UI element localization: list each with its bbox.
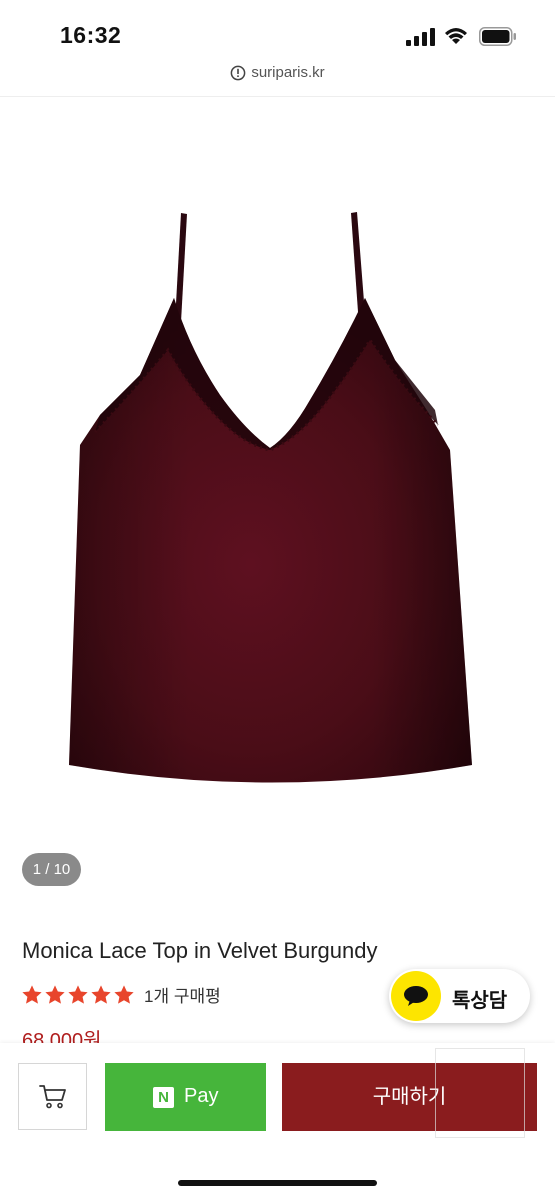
status-time: 16:32 (60, 22, 122, 48)
rating-stars (21, 984, 135, 1006)
review-count-link[interactable]: 1개 구매평 (144, 982, 221, 1007)
url-text[interactable]: suriparis.kr (251, 64, 324, 81)
rating-row[interactable]: 1개 구매평 (21, 982, 221, 1007)
address-bar[interactable]: suriparis.kr (0, 60, 555, 92)
wifi-icon (445, 28, 467, 44)
naver-pay-button[interactable]: N Pay (105, 1063, 266, 1131)
signal-icon (406, 28, 435, 46)
status-bar: 16:32 (0, 0, 555, 64)
add-to-cart-button[interactable] (18, 1063, 87, 1130)
cart-icon (39, 1085, 66, 1109)
battery-icon (479, 27, 516, 46)
overlay-frame (435, 1048, 525, 1138)
naver-pay-label: Pay (184, 1085, 219, 1107)
star-icon (22, 984, 42, 1004)
info-warning-icon[interactable] (230, 65, 246, 81)
chat-bubble-icon (404, 986, 428, 1006)
home-indicator[interactable] (178, 1180, 377, 1186)
star-icon (45, 984, 65, 1004)
star-icon (114, 984, 134, 1004)
product-image[interactable] (40, 200, 510, 800)
image-counter-badge: 1 / 10 (22, 853, 81, 886)
star-icon (68, 984, 88, 1004)
talk-consult-label[interactable]: 톡상담 (452, 984, 507, 1013)
product-title: Monica Lace Top in Velvet Burgundy (22, 938, 378, 963)
header-divider (0, 96, 555, 97)
naver-n-icon: N (153, 1087, 174, 1108)
star-icon (91, 984, 111, 1004)
talk-consult-button[interactable]: 톡상담 (389, 969, 530, 1023)
chat-icon-circle (391, 971, 441, 1021)
bottom-action-bar: N Pay 구매하기 (0, 1043, 555, 1200)
